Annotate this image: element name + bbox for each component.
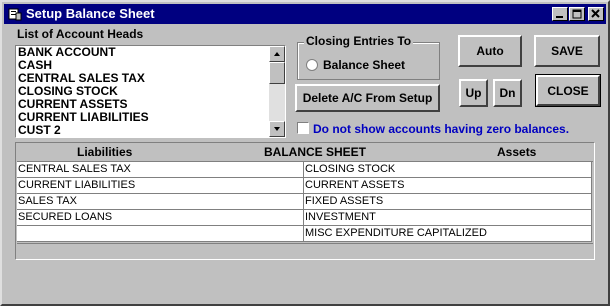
asset-cell[interactable]: MISC EXPENDITURE CAPITALIZED xyxy=(304,226,590,241)
delete-account-button[interactable]: Delete A/C From Setup xyxy=(295,84,440,112)
zero-balance-checkbox[interactable] xyxy=(297,122,309,134)
liability-cell[interactable]: SECURED LOANS xyxy=(18,210,304,225)
balance-sheet-radio-label[interactable]: Balance Sheet xyxy=(323,58,405,72)
closing-entries-group: Closing Entries To Balance Sheet xyxy=(297,34,440,80)
title-bar[interactable]: Setup Balance Sheet xyxy=(4,4,606,24)
zero-balance-label[interactable]: Do not show accounts having zero balance… xyxy=(313,122,569,136)
table-row[interactable]: CURRENT LIABILITIES CURRENT ASSETS xyxy=(17,178,591,194)
list-scrollbar[interactable] xyxy=(269,46,285,137)
table-row[interactable]: SECURED LOANS INVESTMENT xyxy=(17,210,591,226)
close-button[interactable]: CLOSE xyxy=(535,74,601,107)
table-row[interactable]: MISC EXPENDITURE CAPITALIZED xyxy=(17,226,591,242)
balance-sheet-radio[interactable] xyxy=(306,59,318,71)
grid-footer xyxy=(17,243,593,259)
scroll-thumb[interactable] xyxy=(269,62,285,84)
account-heads-list: BANK ACCOUNT CASH CENTRAL SALES TAX CLOS… xyxy=(18,46,149,137)
balance-sheet-title: BALANCE SHEET xyxy=(264,145,367,159)
account-heads-listbox[interactable]: BANK ACCOUNT CASH CENTRAL SALES TAX CLOS… xyxy=(15,45,286,138)
liability-cell[interactable]: CURRENT LIABILITIES xyxy=(18,178,304,193)
scroll-up-button[interactable] xyxy=(269,46,285,62)
up-button[interactable]: Up xyxy=(459,79,488,107)
balance-sheet-body: CENTRAL SALES TAX CLOSING STOCK CURRENT … xyxy=(17,162,592,242)
maximize-icon xyxy=(572,9,582,19)
setup-balance-sheet-window: Setup Balance Sheet List of Account Head… xyxy=(0,0,610,306)
asset-cell[interactable]: CLOSING STOCK xyxy=(304,162,590,177)
balance-sheet-grid[interactable]: Liabilities BALANCE SHEET Assets CENTRAL… xyxy=(15,142,595,260)
liability-cell[interactable]: CENTRAL SALES TAX xyxy=(18,162,304,177)
scroll-down-button[interactable] xyxy=(269,121,285,137)
app-icon xyxy=(8,7,22,21)
asset-cell[interactable]: INVESTMENT xyxy=(304,210,590,225)
table-row[interactable]: SALES TAX FIXED ASSETS xyxy=(17,194,591,210)
arrow-down-icon xyxy=(274,127,280,131)
liability-cell[interactable]: SALES TAX xyxy=(18,194,304,209)
maximize-button[interactable] xyxy=(569,7,585,21)
dn-button[interactable]: Dn xyxy=(493,79,522,107)
closing-entries-caption: Closing Entries To xyxy=(304,34,414,48)
assets-header: Assets xyxy=(497,145,537,159)
liabilities-header: Liabilities xyxy=(77,145,133,159)
close-window-button[interactable] xyxy=(588,7,604,21)
save-button[interactable]: SAVE xyxy=(534,35,600,67)
window-title: Setup Balance Sheet xyxy=(26,6,155,21)
minimize-button[interactable] xyxy=(552,7,568,21)
liability-cell[interactable] xyxy=(18,226,304,241)
minimize-icon xyxy=(556,16,563,18)
asset-cell[interactable]: FIXED ASSETS xyxy=(304,194,590,209)
table-row[interactable]: CENTRAL SALES TAX CLOSING STOCK xyxy=(17,162,591,178)
account-heads-label: List of Account Heads xyxy=(17,27,144,41)
balance-sheet-header: Liabilities BALANCE SHEET Assets xyxy=(17,144,593,162)
close-icon xyxy=(591,9,600,18)
auto-button[interactable]: Auto xyxy=(458,35,522,67)
asset-cell[interactable]: CURRENT ASSETS xyxy=(304,178,590,193)
arrow-up-icon xyxy=(274,52,280,56)
list-item[interactable]: CUST 2 xyxy=(18,124,149,137)
